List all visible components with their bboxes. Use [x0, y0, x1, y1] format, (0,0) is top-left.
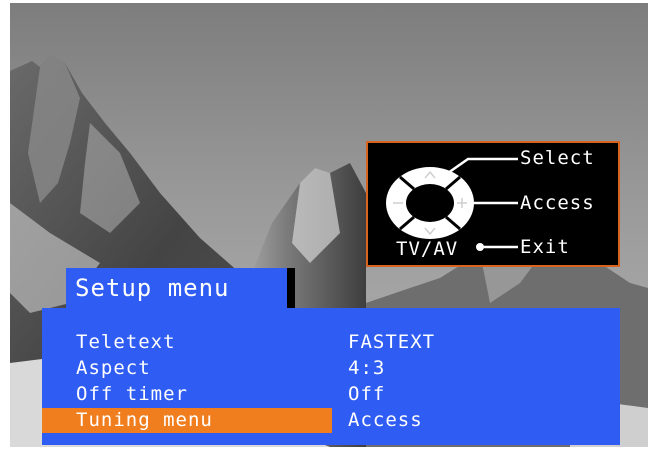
menu-title: Setup menu [75, 274, 230, 302]
tv-av-key-label: TV/AV [396, 238, 459, 260]
menu-item-value: Off [348, 383, 386, 405]
menu-item-off-timer[interactable]: Off timer Off [42, 381, 620, 407]
access-hint-label: Access [520, 192, 595, 214]
menu-item-value: 4:3 [348, 357, 386, 379]
menu-item-tuning-menu[interactable]: Tuning menu Access [42, 407, 620, 433]
menu-item-value: FASTEXT [348, 331, 436, 353]
setup-menu-panel: Teletext FASTEXT Aspect 4:3 Off timer Of… [42, 308, 620, 445]
select-leader-line [447, 157, 518, 175]
remote-control-help-panel: Select Access Exit TV/AV [366, 141, 620, 267]
menu-item-label: Off timer [76, 383, 188, 405]
exit-hint-label: Exit [520, 236, 570, 258]
menu-item-label: Teletext [76, 331, 176, 353]
tv-screen: Select Access Exit TV/AV Setup menu Tele… [10, 3, 648, 447]
menu-item-teletext[interactable]: Teletext FASTEXT [42, 329, 620, 355]
menu-item-value: Access [348, 409, 423, 431]
select-hint-label: Select [520, 147, 595, 169]
menu-item-label: Tuning menu [76, 409, 213, 431]
menu-item-label: Aspect [76, 357, 151, 379]
menu-item-aspect[interactable]: Aspect 4:3 [42, 355, 620, 381]
